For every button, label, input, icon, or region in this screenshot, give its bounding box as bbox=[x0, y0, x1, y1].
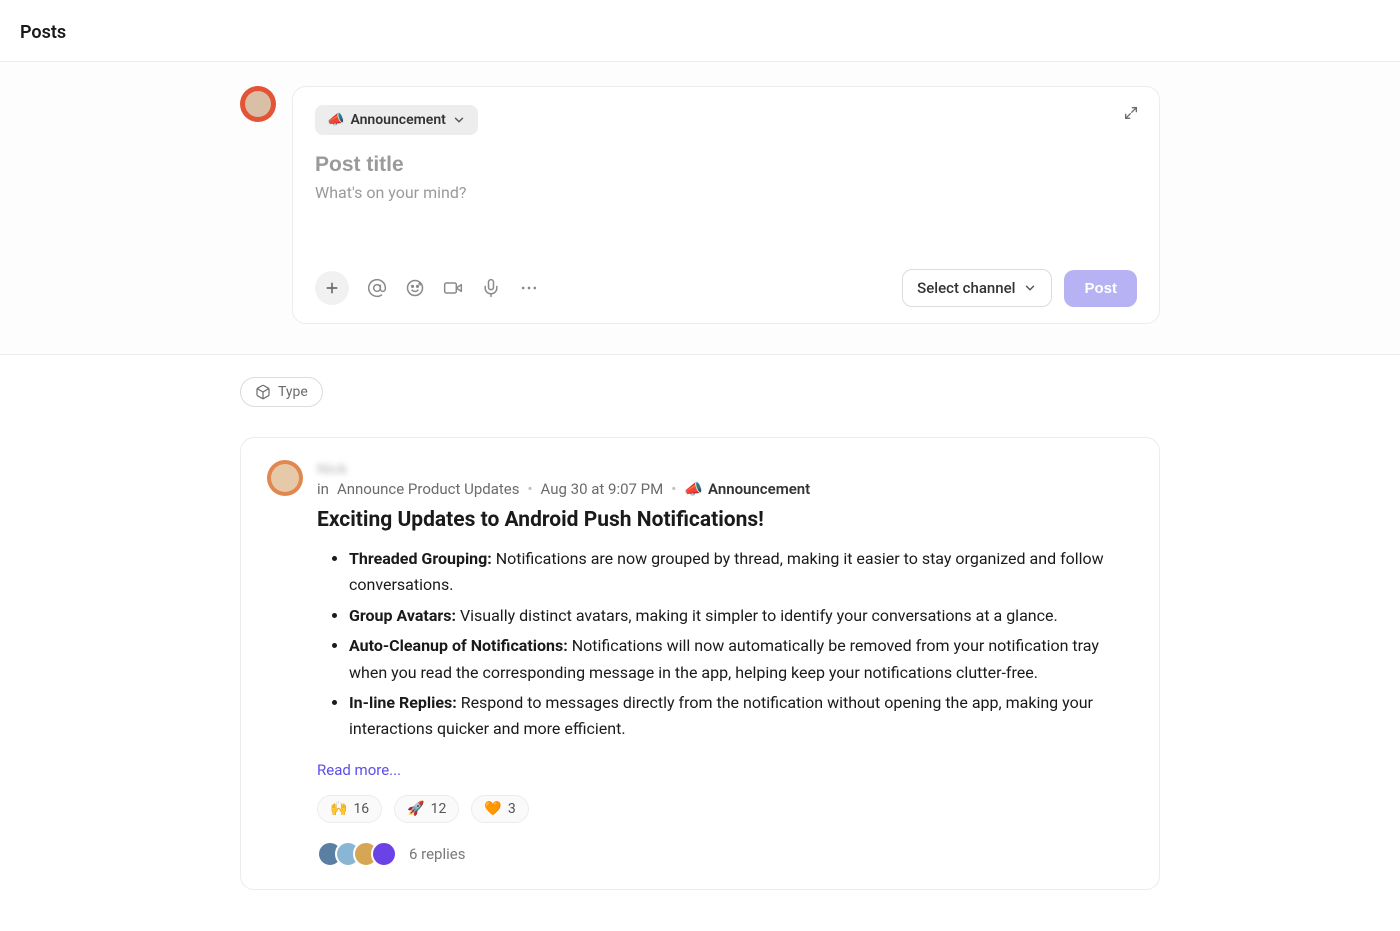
post-body: Exciting Updates to Android Push Notific… bbox=[317, 508, 1133, 867]
post-bullet-item: Group Avatars: Visually distinct avatars… bbox=[349, 603, 1133, 629]
feed: Nick in Announce Product Updates • Aug 3… bbox=[220, 407, 1180, 930]
reaction-count: 16 bbox=[353, 801, 369, 817]
megaphone-icon: 📣 bbox=[327, 112, 344, 128]
post-button[interactable]: Post bbox=[1064, 270, 1137, 307]
toolbar-right: Select channel Post bbox=[902, 269, 1137, 307]
emoji-icon bbox=[405, 278, 425, 298]
box-icon bbox=[255, 384, 271, 400]
replies-count-text: 6 replies bbox=[409, 845, 465, 863]
post-author-name[interactable]: Nick bbox=[317, 460, 1133, 478]
post-timestamp: Aug 30 at 9:07 PM bbox=[541, 480, 664, 498]
post-type-selector[interactable]: 📣 Announcement bbox=[315, 105, 478, 135]
audio-button[interactable] bbox=[481, 278, 501, 298]
post-header: Nick in Announce Product Updates • Aug 3… bbox=[267, 460, 1133, 498]
mention-button[interactable] bbox=[367, 278, 387, 298]
microphone-icon bbox=[481, 278, 501, 298]
post-bullet-item: Auto-Cleanup of Notifications: Notificat… bbox=[349, 633, 1133, 686]
page-header: Posts bbox=[0, 0, 1400, 62]
filter-type-chip[interactable]: Type bbox=[240, 377, 323, 407]
post-title: Exciting Updates to Android Push Notific… bbox=[317, 508, 1133, 532]
post-meta: Nick in Announce Product Updates • Aug 3… bbox=[317, 460, 1133, 498]
post-bullet-list: Threaded Grouping: Notifications are now… bbox=[317, 546, 1133, 743]
post-title-input[interactable] bbox=[315, 153, 1137, 177]
reactions-row: 🙌 16 🚀 12 🧡 3 bbox=[317, 795, 1133, 823]
post-type-tag-label: Announcement bbox=[708, 480, 810, 498]
more-horizontal-icon bbox=[519, 278, 539, 298]
expand-composer-button[interactable] bbox=[1119, 101, 1143, 125]
emoji-button[interactable] bbox=[405, 278, 425, 298]
composer-toolbar: Select channel Post bbox=[315, 269, 1137, 307]
video-button[interactable] bbox=[443, 278, 463, 298]
replies-avatar-stack bbox=[317, 841, 397, 867]
post-card: Nick in Announce Product Updates • Aug 3… bbox=[240, 437, 1160, 890]
read-more-link[interactable]: Read more... bbox=[317, 761, 401, 779]
reaction-emoji-icon: 🧡 bbox=[484, 801, 501, 817]
more-options-button[interactable] bbox=[519, 278, 539, 298]
meta-separator: • bbox=[671, 480, 676, 498]
post-channel-link[interactable]: Announce Product Updates bbox=[337, 480, 520, 498]
reaction-emoji-icon: 🚀 bbox=[407, 801, 424, 817]
composer-avatar bbox=[240, 86, 276, 122]
reaction-count: 3 bbox=[508, 801, 516, 817]
filters-row: Type bbox=[220, 355, 1180, 407]
post-author-avatar[interactable] bbox=[267, 460, 303, 496]
post-meta-line: in Announce Product Updates • Aug 30 at … bbox=[317, 480, 1133, 498]
megaphone-icon: 📣 bbox=[684, 480, 703, 498]
channel-select[interactable]: Select channel bbox=[902, 269, 1052, 307]
chevron-down-icon bbox=[452, 113, 466, 127]
meta-separator: • bbox=[527, 480, 532, 498]
post-bullet-item: In-line Replies: Respond to messages dir… bbox=[349, 690, 1133, 743]
reaction-emoji-icon: 🙌 bbox=[330, 801, 347, 817]
video-icon bbox=[443, 278, 463, 298]
reaction-count: 12 bbox=[431, 801, 447, 817]
post-bullet-item: Threaded Grouping: Notifications are now… bbox=[349, 546, 1133, 599]
plus-icon bbox=[324, 280, 340, 296]
composer-section: 📣 Announcement bbox=[0, 62, 1400, 355]
reaction-pill[interactable]: 🙌 16 bbox=[317, 795, 382, 823]
reply-avatar bbox=[371, 841, 397, 867]
filter-type-label: Type bbox=[278, 384, 308, 400]
post-type-tag: 📣 Announcement bbox=[684, 480, 810, 498]
composer-row: 📣 Announcement bbox=[220, 86, 1180, 324]
post-body-input[interactable] bbox=[315, 183, 1137, 243]
post-type-label: Announcement bbox=[350, 112, 445, 128]
add-attachment-button[interactable] bbox=[315, 271, 349, 305]
in-prefix: in bbox=[317, 480, 329, 498]
composer-card: 📣 Announcement bbox=[292, 86, 1160, 324]
expand-icon bbox=[1123, 105, 1139, 121]
replies-row[interactable]: 6 replies bbox=[317, 841, 1133, 867]
page-title: Posts bbox=[20, 22, 1380, 43]
mention-icon bbox=[367, 278, 387, 298]
channel-select-label: Select channel bbox=[917, 279, 1015, 297]
reaction-pill[interactable]: 🚀 12 bbox=[394, 795, 459, 823]
toolbar-left bbox=[315, 271, 539, 305]
chevron-down-icon bbox=[1023, 281, 1037, 295]
reaction-pill[interactable]: 🧡 3 bbox=[471, 795, 528, 823]
